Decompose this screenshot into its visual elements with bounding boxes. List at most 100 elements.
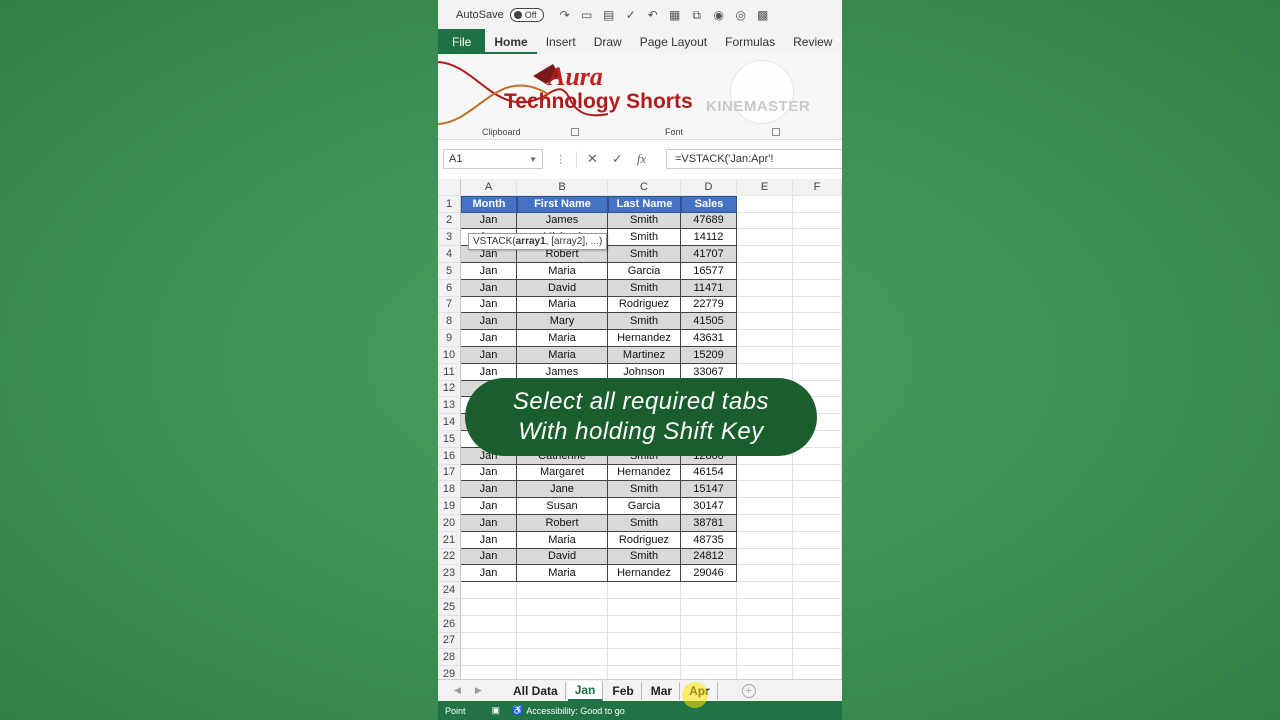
grid-cell[interactable]: Garcia bbox=[608, 262, 681, 280]
function-icon[interactable]: fx bbox=[637, 151, 646, 167]
grid-cell[interactable]: 43631 bbox=[681, 330, 737, 347]
grid-cell[interactable] bbox=[793, 548, 842, 566]
grid-cell[interactable]: Maria bbox=[517, 346, 608, 364]
row-header[interactable]: 6 bbox=[438, 279, 461, 297]
grid-cell[interactable]: Maria bbox=[517, 565, 608, 583]
grid-cell[interactable]: Jan bbox=[461, 346, 517, 364]
tooltip-arg[interactable]: array1 bbox=[516, 236, 546, 247]
select-all-corner[interactable] bbox=[438, 179, 461, 196]
grid-cell[interactable]: Smith bbox=[608, 229, 681, 247]
grid-cell[interactable] bbox=[793, 649, 842, 667]
grid-cell[interactable]: 16577 bbox=[681, 262, 737, 280]
row-header[interactable]: 24 bbox=[438, 582, 461, 599]
grid-cell[interactable]: Jan bbox=[461, 330, 517, 347]
grid-cell[interactable] bbox=[793, 598, 842, 616]
grid-cell[interactable] bbox=[737, 262, 793, 280]
accessibility-icon[interactable]: ♿ bbox=[512, 705, 523, 716]
sheet-tab-mar[interactable]: Mar bbox=[644, 681, 681, 700]
grid-cell[interactable]: Martinez bbox=[608, 346, 681, 364]
grid-cell[interactable]: Smith bbox=[608, 246, 681, 263]
grid-cell[interactable] bbox=[793, 582, 842, 599]
grid-cell[interactable] bbox=[793, 330, 842, 347]
grid-cell[interactable]: Last Name bbox=[608, 195, 681, 213]
macro-record-icon[interactable]: ▣ bbox=[492, 705, 501, 716]
grid-cell[interactable]: 41707 bbox=[681, 246, 737, 263]
row-header[interactable]: 18 bbox=[438, 481, 461, 499]
tab-draw[interactable]: Draw bbox=[585, 35, 631, 54]
grid-cell[interactable]: Rodriguez bbox=[608, 531, 681, 549]
add-sheet-icon[interactable]: + bbox=[741, 683, 756, 698]
grid-cell[interactable]: Jan bbox=[461, 262, 517, 280]
grid-cell[interactable] bbox=[737, 464, 793, 482]
grid-cell[interactable] bbox=[517, 615, 608, 633]
grid-cell[interactable] bbox=[461, 598, 517, 616]
grid-cell[interactable] bbox=[793, 195, 842, 213]
grid-cell[interactable]: 48735 bbox=[681, 531, 737, 549]
grid-cell[interactable] bbox=[681, 632, 737, 650]
grid-cell[interactable] bbox=[793, 464, 842, 482]
autosave-toggle[interactable]: Off bbox=[509, 8, 544, 22]
grid-cell[interactable] bbox=[737, 598, 793, 616]
row-header[interactable]: 22 bbox=[438, 548, 461, 566]
grid-cell[interactable] bbox=[737, 498, 793, 515]
clipboard-launcher-icon[interactable] bbox=[571, 128, 579, 136]
row-header[interactable]: 28 bbox=[438, 649, 461, 667]
grid-cell[interactable]: Smith bbox=[608, 212, 681, 230]
row-header[interactable]: 10 bbox=[438, 346, 461, 364]
grid-cell[interactable]: 24812 bbox=[681, 548, 737, 566]
row-header[interactable]: 13 bbox=[438, 397, 461, 415]
grid-cell[interactable]: Maria bbox=[517, 330, 608, 347]
grid-cell[interactable]: Maria bbox=[517, 262, 608, 280]
row-header[interactable]: 15 bbox=[438, 430, 461, 448]
row-header[interactable]: 25 bbox=[438, 598, 461, 616]
row-header[interactable]: 14 bbox=[438, 414, 461, 431]
grid-cell[interactable] bbox=[608, 598, 681, 616]
grid-cell[interactable]: Jan bbox=[461, 565, 517, 583]
grid-cell[interactable]: Margaret bbox=[517, 464, 608, 482]
grid-cell[interactable] bbox=[517, 598, 608, 616]
row-header[interactable]: 21 bbox=[438, 531, 461, 549]
grid-cell[interactable]: 29046 bbox=[681, 565, 737, 583]
grid-cell[interactable]: 11471 bbox=[681, 279, 737, 297]
grid-cell[interactable]: Smith bbox=[608, 548, 681, 566]
grid-cell[interactable]: Jane bbox=[517, 481, 608, 499]
grid-cell[interactable] bbox=[793, 296, 842, 314]
grid-cell[interactable]: David bbox=[517, 548, 608, 566]
grid-cell[interactable] bbox=[737, 346, 793, 364]
grid-cell[interactable]: Robert bbox=[517, 514, 608, 532]
grid-cell[interactable] bbox=[608, 632, 681, 650]
grid-cell[interactable] bbox=[737, 330, 793, 347]
grid-cell[interactable] bbox=[681, 582, 737, 599]
tab-file[interactable]: File bbox=[438, 29, 486, 54]
row-header[interactable]: 16 bbox=[438, 447, 461, 465]
undo-icon[interactable]: ↶ bbox=[646, 8, 660, 23]
grid-cell[interactable] bbox=[737, 195, 793, 213]
row-header[interactable]: 7 bbox=[438, 296, 461, 314]
grid-cell[interactable]: Maria bbox=[517, 531, 608, 549]
grid-cell[interactable] bbox=[793, 514, 842, 532]
grid-cell[interactable] bbox=[608, 615, 681, 633]
grid-cell[interactable]: Jan bbox=[461, 212, 517, 230]
grid-cell[interactable]: Mary bbox=[517, 313, 608, 331]
cancel-icon[interactable]: ✕ bbox=[587, 151, 598, 167]
grid-cell[interactable] bbox=[793, 615, 842, 633]
grid-cell[interactable] bbox=[793, 632, 842, 650]
grid-cell[interactable] bbox=[681, 598, 737, 616]
grid-cell[interactable] bbox=[737, 212, 793, 230]
row-header[interactable]: 2 bbox=[438, 212, 461, 230]
grid-cell[interactable] bbox=[737, 632, 793, 650]
grid-cell[interactable] bbox=[608, 649, 681, 667]
accessibility-status[interactable]: Accessibility: Good to go bbox=[526, 706, 625, 716]
row-header[interactable]: 4 bbox=[438, 246, 461, 263]
grid-cell[interactable]: 15147 bbox=[681, 481, 737, 499]
enter-icon[interactable]: ✓ bbox=[612, 151, 623, 167]
column-header[interactable]: F bbox=[793, 179, 842, 196]
row-header[interactable]: 8 bbox=[438, 313, 461, 331]
grid-cell[interactable] bbox=[793, 246, 842, 263]
grid-cell[interactable] bbox=[793, 212, 842, 230]
name-box[interactable]: A1 ▼ bbox=[443, 149, 543, 169]
row-header[interactable]: 19 bbox=[438, 498, 461, 515]
row-header[interactable]: 5 bbox=[438, 262, 461, 280]
redo-icon[interactable]: ↷ bbox=[558, 8, 572, 23]
row-header[interactable]: 17 bbox=[438, 464, 461, 482]
